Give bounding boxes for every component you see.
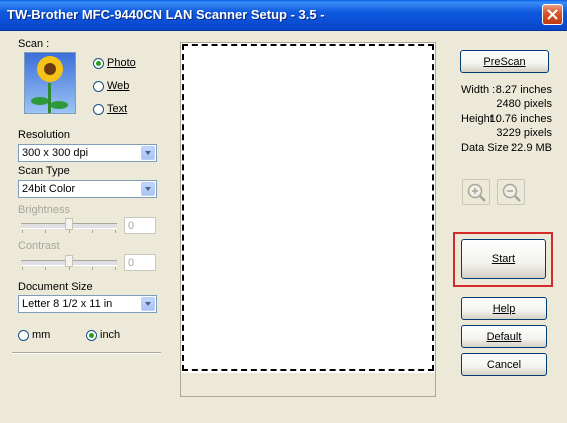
start-button[interactable]: Start xyxy=(461,239,546,279)
unit-inch-radio[interactable]: inch xyxy=(86,329,120,341)
prescan-button-label: PreScan xyxy=(483,55,526,68)
brightness-label: Brightness xyxy=(18,204,70,216)
resolution-label-text: Resolution xyxy=(18,129,70,141)
close-button[interactable] xyxy=(542,4,563,25)
scan-type-label: Scan Type xyxy=(18,165,70,177)
data-size-label: Data Size : xyxy=(461,142,515,154)
zoom-in-button[interactable] xyxy=(462,179,490,205)
divider xyxy=(12,352,161,354)
height-pixels: 3229 pixels xyxy=(496,127,552,139)
cancel-button-label: Cancel xyxy=(486,358,522,371)
scan-type-select[interactable]: 24bit Color xyxy=(18,180,157,198)
contrast-value: 0 xyxy=(128,257,135,269)
width-label: Width : xyxy=(461,84,496,96)
contrast-value-field[interactable]: 0 xyxy=(124,254,156,271)
zoom-in-icon xyxy=(467,183,486,202)
height-inches: 10.76 inches xyxy=(489,113,552,125)
unit-mm-label: mm xyxy=(32,329,51,341)
window-title: TW-Brother MFC-9440CN LAN Scanner Setup … xyxy=(7,7,325,22)
scan-photo-radio[interactable]: Photo xyxy=(93,57,136,69)
help-button[interactable]: Help xyxy=(461,297,547,320)
scan-web-radio[interactable]: Web xyxy=(93,80,129,92)
default-button[interactable]: Default xyxy=(461,325,547,348)
preview-bottom-strip xyxy=(181,373,435,396)
chevron-down-icon[interactable] xyxy=(141,297,155,311)
scan-text-radio[interactable]: Text xyxy=(93,103,127,115)
resolution-label: Resolution xyxy=(18,129,70,141)
chevron-down-icon[interactable] xyxy=(141,182,155,196)
document-size-label: Document Size xyxy=(18,281,93,293)
contrast-label: Contrast xyxy=(18,240,60,252)
unit-mm-radio[interactable]: mm xyxy=(18,329,50,341)
start-button-label: Start xyxy=(491,253,516,265)
radio-indicator xyxy=(86,329,97,341)
default-button-label: Default xyxy=(486,330,522,343)
scan-photo-label: Photo xyxy=(107,57,136,69)
scan-type-value: 24bit Color xyxy=(22,183,76,195)
width-pixels: 2480 pixels xyxy=(496,98,552,110)
document-size-select[interactable]: Letter 8 1/2 x 11 in xyxy=(18,295,157,313)
brightness-ticks xyxy=(22,230,116,233)
zoom-out-icon xyxy=(502,183,521,202)
scan-web-label: Web xyxy=(107,80,130,92)
chevron-down-icon[interactable] xyxy=(141,146,155,160)
radio-indicator xyxy=(93,57,104,69)
width-inches: 8.27 inches xyxy=(495,84,552,96)
brightness-value: 0 xyxy=(128,220,135,232)
scan-label: Scan : xyxy=(18,38,50,50)
contrast-slider-thumb[interactable] xyxy=(65,255,73,267)
radio-indicator xyxy=(93,80,104,92)
title-bar: TW-Brother MFC-9440CN LAN Scanner Setup … xyxy=(0,0,567,31)
radio-indicator xyxy=(18,329,29,341)
brightness-slider-thumb[interactable] xyxy=(65,218,73,230)
preview-area[interactable] xyxy=(180,42,436,397)
help-button-label: Help xyxy=(492,302,516,315)
dialog-body: Scan : Photo Web Text Resolution 300 x 3… xyxy=(0,31,567,423)
contrast-ticks xyxy=(22,267,116,270)
unit-inch-label: inch xyxy=(100,329,121,341)
scan-type-thumbnail xyxy=(24,52,76,114)
resolution-value: 300 x 300 dpi xyxy=(22,147,89,159)
zoom-out-button[interactable] xyxy=(497,179,525,205)
brightness-value-field[interactable]: 0 xyxy=(124,217,156,234)
resolution-select[interactable]: 300 x 300 dpi xyxy=(18,144,157,162)
radio-indicator xyxy=(93,103,104,115)
prescan-button[interactable]: PreScan xyxy=(460,50,549,73)
document-size-value: Letter 8 1/2 x 11 in xyxy=(22,298,113,310)
scan-area-selection[interactable] xyxy=(182,44,434,371)
scan-text-label: Text xyxy=(107,103,128,115)
close-icon xyxy=(547,9,558,20)
cancel-button[interactable]: Cancel xyxy=(461,353,547,376)
data-size-value: 22.9 MB xyxy=(511,142,552,154)
